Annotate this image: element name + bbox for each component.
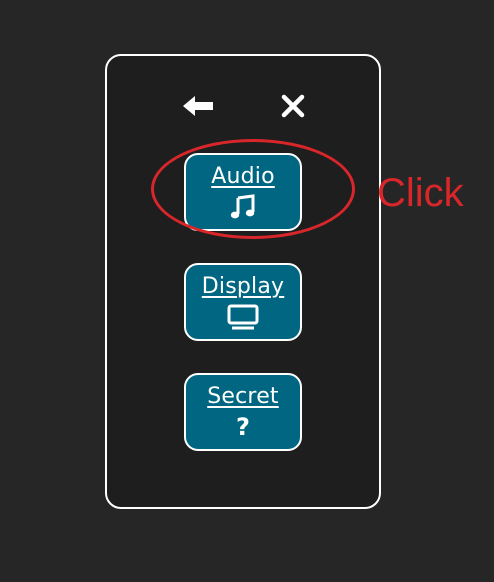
- question-mark-icon: ?: [236, 413, 250, 441]
- display-button[interactable]: Display: [184, 263, 302, 341]
- audio-label: Audio: [211, 164, 275, 189]
- click-annotation: Click: [377, 171, 464, 215]
- secret-button[interactable]: Secret ?: [184, 373, 302, 451]
- back-button[interactable]: [178, 88, 218, 124]
- music-note-icon: [230, 194, 256, 220]
- arrow-left-icon: [183, 96, 213, 116]
- audio-button[interactable]: Audio: [184, 153, 302, 231]
- secret-label: Secret: [207, 384, 279, 409]
- monitor-icon: [227, 304, 259, 330]
- screen: Audio Display Secret ? Click: [0, 0, 494, 582]
- display-label: Display: [201, 274, 285, 299]
- close-button[interactable]: [273, 88, 313, 124]
- close-icon: [281, 94, 305, 118]
